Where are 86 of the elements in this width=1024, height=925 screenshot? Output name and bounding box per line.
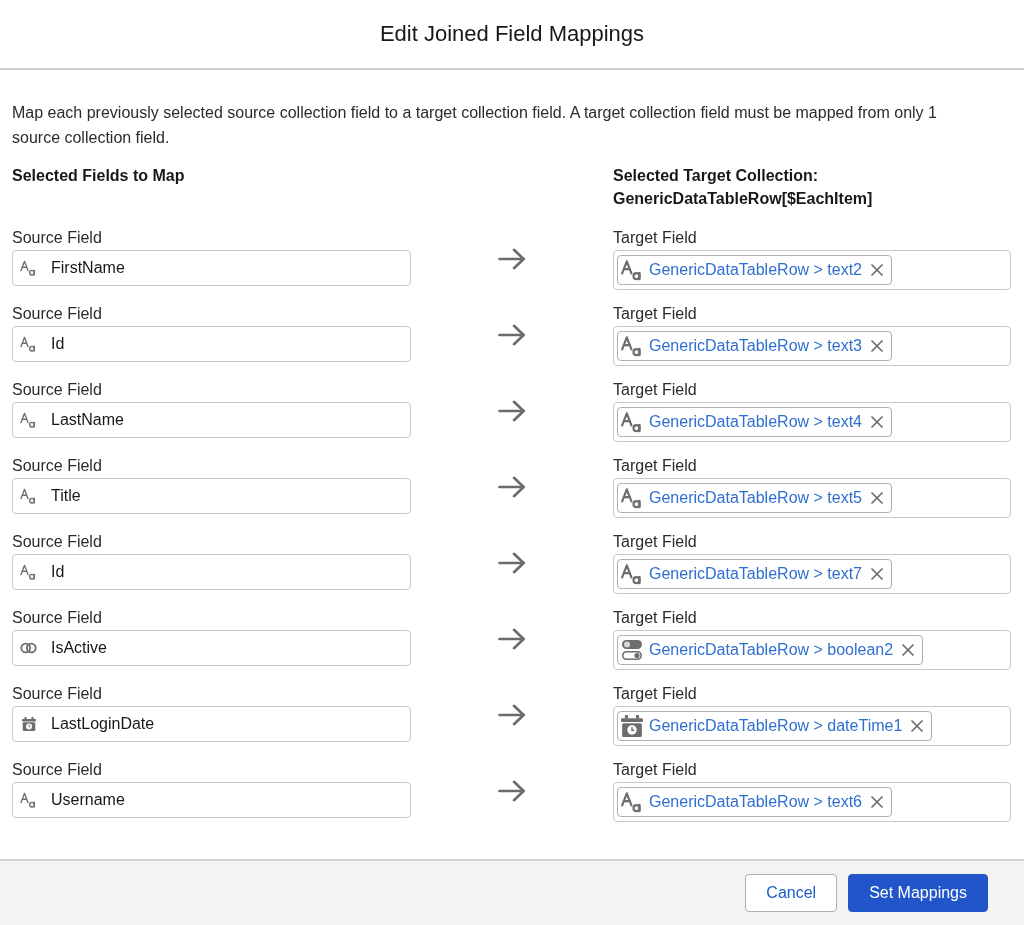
text-type-icon [621,563,643,585]
text-type-icon [20,260,37,276]
source-field[interactable]: IsActive [12,630,411,666]
text-type-icon [621,259,643,281]
selected-field-pill[interactable]: GenericDataTableRow > dateTime1 [617,711,933,741]
text-type-icon [20,792,37,808]
text-type-icon [621,335,643,357]
remove-button[interactable] [871,568,883,580]
arrow-right-icon [498,400,526,422]
close-icon [871,264,883,276]
close-icon [911,720,924,732]
target-field[interactable]: GenericDataTableRow > text2 [613,250,1011,290]
selected-field-pill[interactable]: GenericDataTableRow > text4 [617,407,892,437]
source-field[interactable]: LastLoginDate [12,706,411,742]
target-field[interactable]: GenericDataTableRow > text6 [613,782,1011,822]
target-field[interactable]: GenericDataTableRow > text3 [613,326,1011,366]
section-heading: Selected Fields to Map [12,166,186,186]
close-icon [871,796,883,808]
text-type-icon [621,487,643,509]
target-field[interactable]: GenericDataTableRow > dateTime1 [613,706,1011,746]
arrow-right-icon [498,704,526,726]
field-label: Source Field [12,608,102,628]
selected-field-pill[interactable]: GenericDataTableRow > text2 [617,255,892,285]
secondary-button[interactable]: Cancel [745,874,838,912]
source-field[interactable]: LastName [12,402,411,438]
remove-button[interactable] [902,644,915,656]
field-label: Source Field [12,456,102,476]
selected-field-pill[interactable]: GenericDataTableRow > text6 [617,787,892,817]
description-text: Map each previously selected source collection field to a target collection field. A target collection field must be mapped from only 1 source collection field. [12,103,938,148]
primary-button[interactable]: Set Mappings [848,874,988,912]
field-label: Target Field [613,532,697,552]
calendar-clock-icon [21,717,36,731]
text-type-icon [20,564,37,580]
remove-button[interactable] [911,720,924,732]
close-icon [871,492,883,504]
field-label: Target Field [613,684,697,704]
text-type-icon [20,336,37,352]
text-type-icon [621,791,643,813]
remove-button[interactable] [871,264,883,276]
calendar-clock-icon [621,715,643,737]
text-type-icon [20,488,37,504]
source-field[interactable]: Id [12,554,411,590]
source-field[interactable]: Title [12,478,411,514]
toggle-icon [621,639,643,661]
arrow-right-icon [498,324,526,346]
remove-button[interactable] [871,416,883,428]
remove-button[interactable] [871,796,883,808]
target-field[interactable]: GenericDataTableRow > text5 [613,478,1011,518]
source-field[interactable]: FirstName [12,250,411,286]
text-type-icon [621,411,643,433]
field-label: Source Field [12,228,102,248]
arrow-right-icon [498,552,526,574]
selected-field-pill[interactable]: GenericDataTableRow > text7 [617,559,892,589]
field-label: Target Field [613,304,697,324]
arrow-right-icon [498,628,526,650]
field-label: Source Field [12,684,102,704]
text-type-icon [20,412,37,428]
section-heading: Selected Target Collection: GenericDataTableRow[$EachItem] [613,166,874,209]
arrow-right-icon [498,248,526,270]
close-icon [871,340,883,352]
source-field[interactable]: Username [12,782,411,818]
selected-field-pill[interactable]: GenericDataTableRow > text3 [617,331,892,361]
linked-rings-icon [20,642,37,654]
arrow-right-icon [498,476,526,498]
field-label: Target Field [613,380,697,400]
field-label: Source Field [12,380,102,400]
target-field[interactable]: GenericDataTableRow > boolean2 [613,630,1011,670]
field-label: Source Field [12,760,102,780]
arrow-right-icon [498,780,526,802]
field-label: Source Field [12,304,102,324]
close-icon [871,416,883,428]
remove-button[interactable] [871,340,883,352]
remove-button[interactable] [871,492,883,504]
field-label: Source Field [12,532,102,552]
close-icon [902,644,915,656]
source-field[interactable]: Id [12,326,411,362]
field-label: Target Field [613,760,697,780]
close-icon [871,568,883,580]
field-label: Target Field [613,456,697,476]
selected-field-pill[interactable]: GenericDataTableRow > text5 [617,483,892,513]
target-field[interactable]: GenericDataTableRow > text7 [613,554,1011,594]
dialog-title: Edit Joined Field Mappings [379,21,645,47]
field-label: Target Field [613,608,697,628]
selected-field-pill[interactable]: GenericDataTableRow > boolean2 [617,635,924,665]
field-label: Target Field [613,228,697,248]
target-field[interactable]: GenericDataTableRow > text4 [613,402,1011,442]
